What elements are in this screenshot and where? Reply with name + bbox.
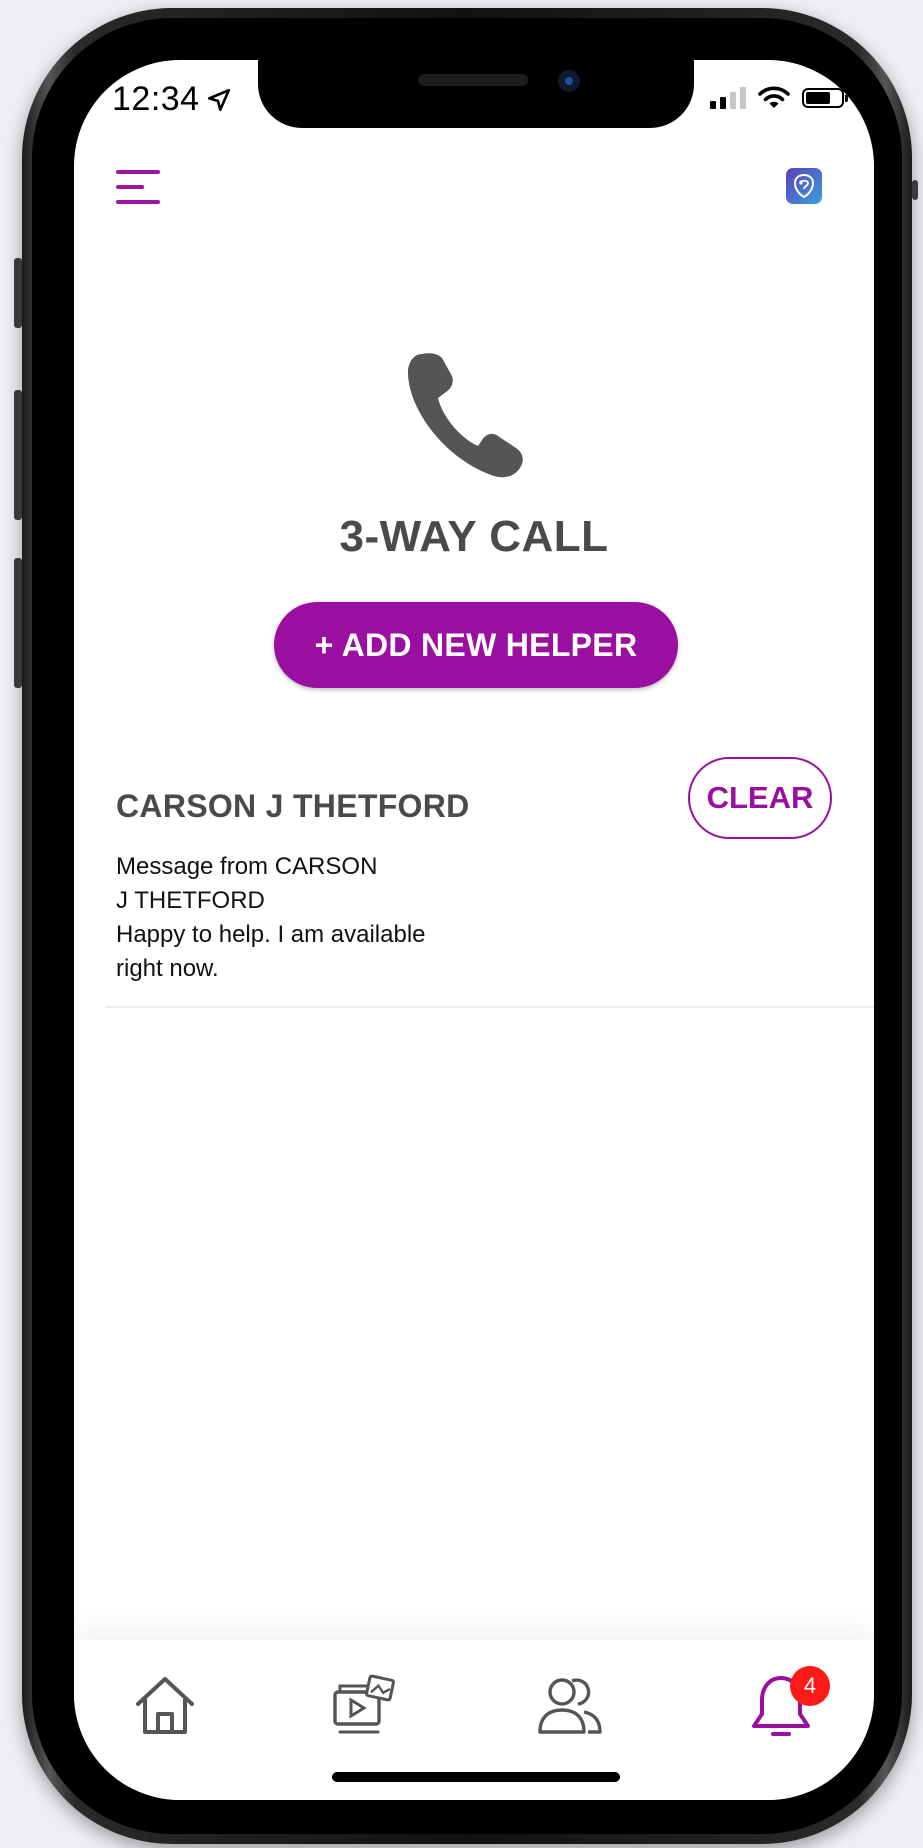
app-logo-icon[interactable] xyxy=(786,168,822,204)
device-side-button xyxy=(14,558,22,688)
page-title: 3-WAY CALL xyxy=(339,512,609,561)
notch xyxy=(258,60,694,128)
home-indicator[interactable] xyxy=(332,1772,620,1782)
device-side-button xyxy=(14,390,22,520)
phone-handset-icon xyxy=(408,353,523,478)
status-time: 12:34 xyxy=(112,80,232,119)
add-new-helper-button[interactable]: + ADD NEW HELPER xyxy=(274,602,678,688)
status-time-label: 12:34 xyxy=(112,80,200,118)
helper-name: CARSON J THETFORD xyxy=(116,788,470,824)
front-camera xyxy=(558,70,580,92)
hamburger-menu-icon xyxy=(116,200,160,204)
tab-notifications[interactable]: 4 xyxy=(746,1666,830,1740)
battery-icon xyxy=(802,88,848,108)
media-gallery-icon xyxy=(333,1674,395,1734)
message-line: J THETFORD xyxy=(116,887,265,914)
cellular-signal-icon xyxy=(710,87,746,109)
tab-home[interactable] xyxy=(130,1670,200,1740)
app-screen: 12:34 3-WAY CALL + ADD NEW HELPER CARSON… xyxy=(74,60,874,1800)
clear-button[interactable]: CLEAR xyxy=(688,757,832,839)
shield-logo-icon xyxy=(793,173,815,199)
hamburger-menu-icon xyxy=(116,185,144,189)
menu-button[interactable] xyxy=(116,170,164,210)
list-divider xyxy=(106,1006,874,1008)
location-arrow-icon xyxy=(207,88,230,111)
earpiece-speaker xyxy=(418,74,528,86)
status-indicators xyxy=(710,86,848,110)
message-line: Happy to help. I am available xyxy=(116,921,426,948)
people-icon xyxy=(538,1678,602,1734)
device-side-button xyxy=(14,258,22,328)
wifi-icon xyxy=(758,86,790,108)
tab-contacts[interactable] xyxy=(534,1670,604,1740)
home-icon xyxy=(136,1677,194,1734)
helper-message: Message from CARSON J THETFORD Happy to … xyxy=(116,850,456,986)
notification-badge: 4 xyxy=(790,1666,830,1706)
device-side-button xyxy=(912,180,918,200)
message-line: Message from CARSON xyxy=(116,853,378,880)
tab-media[interactable] xyxy=(328,1670,398,1740)
hamburger-menu-icon xyxy=(116,170,160,174)
message-line: right now. xyxy=(116,955,219,982)
